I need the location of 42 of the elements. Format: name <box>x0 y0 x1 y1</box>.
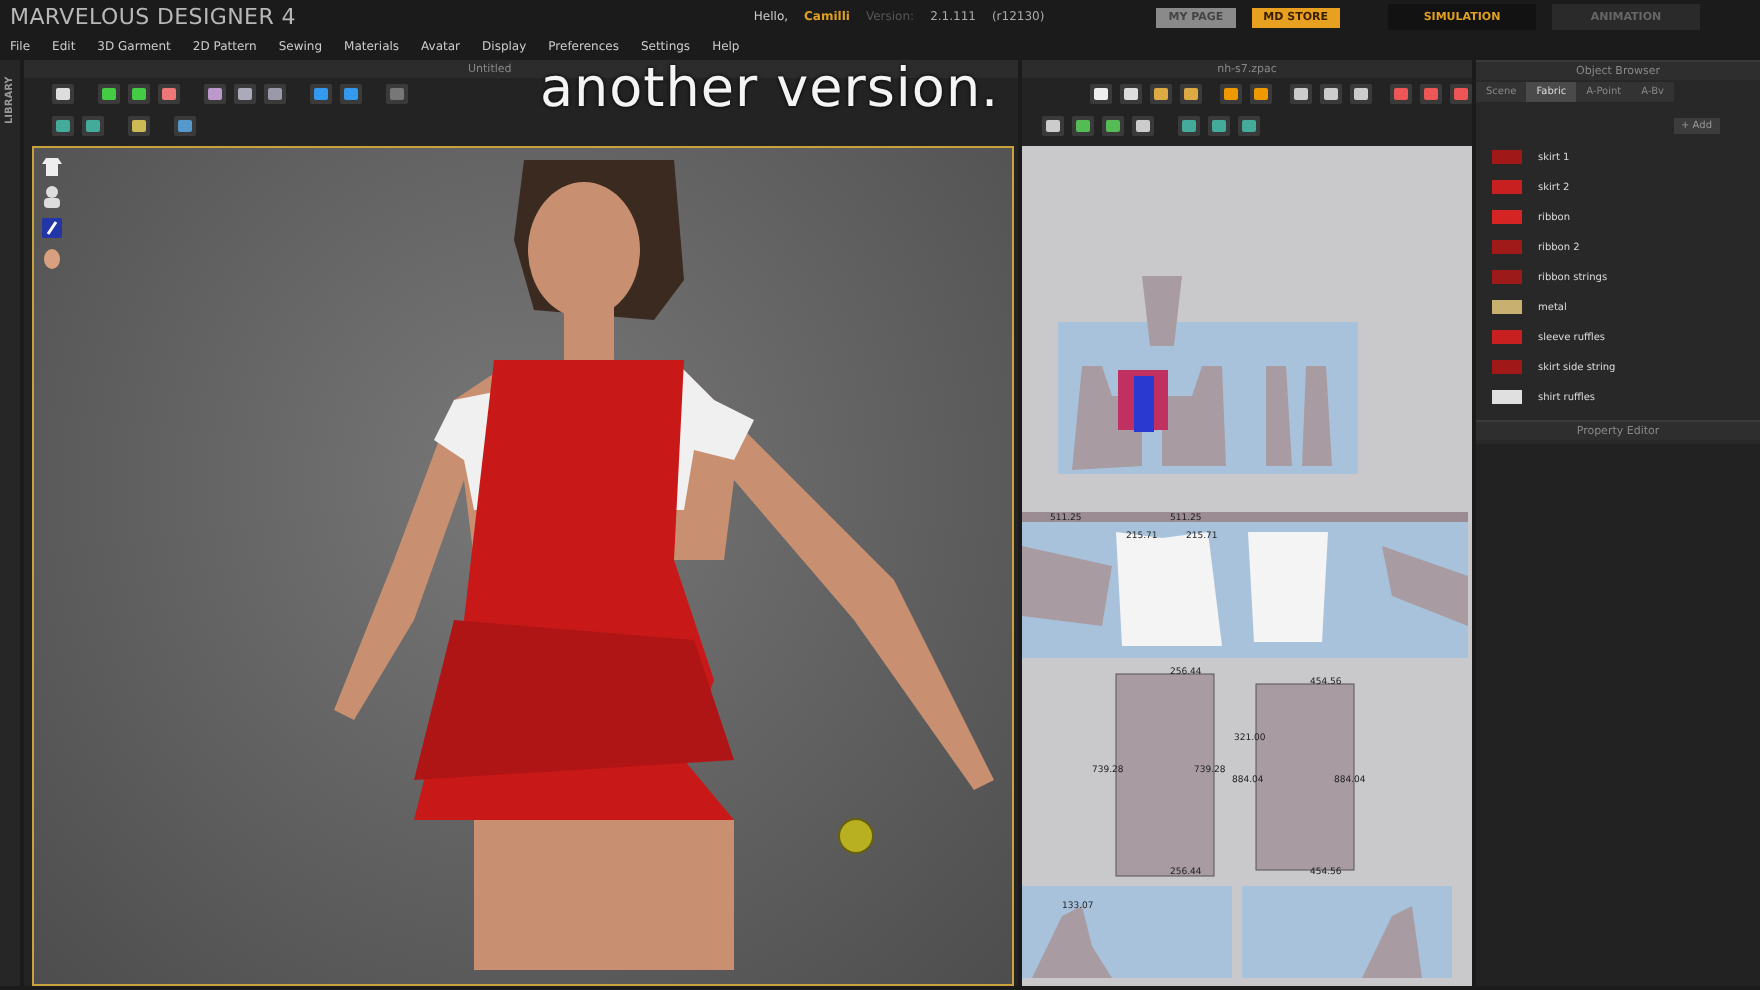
tool-icon[interactable] <box>1178 116 1200 136</box>
fabric-swatch[interactable] <box>1492 300 1522 314</box>
tool-icon[interactable] <box>1220 84 1242 104</box>
tool-icon[interactable] <box>128 116 150 136</box>
fabric-swatch[interactable] <box>1492 330 1522 344</box>
tool-icon[interactable] <box>52 84 74 104</box>
fabric-swatch[interactable] <box>1492 150 1522 164</box>
fabric-swatch[interactable] <box>1492 210 1522 224</box>
head-icon[interactable] <box>42 248 62 270</box>
fabric-swatch[interactable] <box>1492 240 1522 254</box>
tool-icon[interactable] <box>1102 116 1124 136</box>
tool-icon[interactable] <box>1072 116 1094 136</box>
shirt-icon[interactable] <box>42 156 62 176</box>
fabric-swatch[interactable] <box>1492 390 1522 404</box>
video-caption: another version. <box>540 62 1000 116</box>
tool-icon[interactable] <box>264 84 286 104</box>
tool-icon[interactable] <box>1350 84 1372 104</box>
tool-icon[interactable] <box>1290 84 1312 104</box>
rotate-icon[interactable] <box>838 818 874 854</box>
tool-icon[interactable] <box>1090 84 1112 104</box>
fabric-swatch[interactable] <box>1492 180 1522 194</box>
tool-icon[interactable] <box>1238 116 1260 136</box>
app-title: MARVELOUS DESIGNER 4 <box>10 4 296 30</box>
tool-icon[interactable] <box>1250 84 1272 104</box>
tool-icon[interactable] <box>1042 116 1064 136</box>
brush-icon[interactable] <box>42 218 62 238</box>
tool-icon[interactable] <box>98 84 120 104</box>
avatar-icon[interactable] <box>42 186 62 208</box>
tool-icon[interactable] <box>1208 116 1230 136</box>
tool-icon[interactable] <box>128 84 150 104</box>
fabric-swatch[interactable] <box>1492 270 1522 284</box>
tool-icon[interactable] <box>1150 84 1172 104</box>
tool-icon[interactable] <box>204 84 226 104</box>
tool-icon[interactable] <box>82 116 104 136</box>
tool-icon[interactable] <box>1180 84 1202 104</box>
tool-icon[interactable] <box>158 84 180 104</box>
tool-icon[interactable] <box>1120 84 1142 104</box>
tool-icon[interactable] <box>1320 84 1342 104</box>
tool-icon[interactable] <box>1132 116 1154 136</box>
fabric-swatch[interactable] <box>1492 360 1522 374</box>
tool-icon[interactable] <box>234 84 256 104</box>
tool-icon[interactable] <box>52 116 74 136</box>
